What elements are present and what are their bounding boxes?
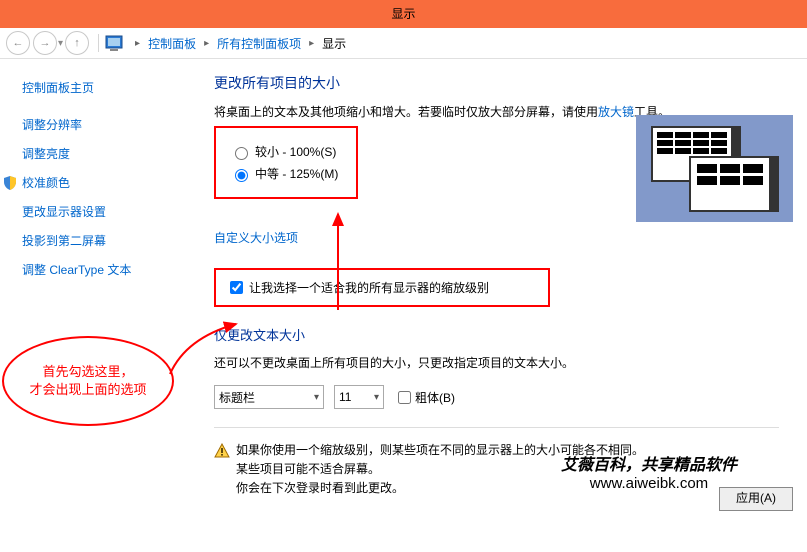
sidebar-home-link[interactable]: 控制面板主页 xyxy=(22,73,214,102)
sidebar-item-brightness[interactable]: 调整亮度 xyxy=(22,139,214,168)
choose-scale-label: 让我选择一个适合我的所有显示器的缩放级别 xyxy=(249,279,489,296)
bold-checkbox[interactable] xyxy=(398,391,411,404)
radio-medium-input[interactable] xyxy=(235,169,248,182)
up-button[interactable]: ↑ xyxy=(65,31,89,55)
nav-toolbar: ← → ▾ ↑ ▸ 控制面板 ▸ 所有控制面板项 ▸ 显示 xyxy=(0,28,807,59)
watermark: 艾薇百科，共享精品软件 www.aiweibk.com xyxy=(561,451,737,492)
callout-line-1: 首先勾选这里， xyxy=(42,363,133,381)
breadcrumb-all-items[interactable]: 所有控制面板项 xyxy=(215,35,303,52)
callout-line-2: 才会出现上面的选项 xyxy=(29,381,146,399)
back-button[interactable]: ← xyxy=(6,31,30,55)
chevron-right-icon[interactable]: ▸ xyxy=(198,38,215,49)
main-panel: 更改所有项目的大小 将桌面上的文本及其他项缩小和增大。若要临时仅放大部分屏幕，请… xyxy=(214,59,807,552)
radio-medium-label: 中等 - 125%(M) xyxy=(255,165,338,182)
choose-scale-checkbox[interactable] xyxy=(230,281,243,294)
sidebar-item-display-settings[interactable]: 更改显示器设置 xyxy=(22,197,214,226)
separator xyxy=(98,34,99,52)
desc-text-only: 还可以不更改桌面上所有项目的大小，只更改指定项目的文本大小。 xyxy=(214,354,779,371)
radio-smaller-input[interactable] xyxy=(235,147,248,160)
magnifier-link[interactable]: 放大镜 xyxy=(598,105,634,119)
heading-text-only: 仅更改文本大小 xyxy=(214,325,779,344)
heading-resize-all: 更改所有项目的大小 xyxy=(214,73,779,93)
size-dropdown[interactable]: 11 xyxy=(334,385,384,409)
custom-size-link[interactable]: 自定义大小选项 xyxy=(214,231,298,245)
chevron-right-icon[interactable]: ▸ xyxy=(129,38,146,49)
warning-icon xyxy=(214,443,230,459)
window-titlebar: 显示 xyxy=(0,0,807,28)
preview-image xyxy=(636,115,793,222)
breadcrumb-display: 显示 xyxy=(320,35,348,52)
choose-scale-checkbox-row[interactable]: 让我选择一个适合我的所有显示器的缩放级别 xyxy=(226,278,538,297)
forward-button[interactable]: → xyxy=(33,31,57,55)
watermark-line-2: www.aiweibk.com xyxy=(561,475,737,492)
sidebar-item-label: 校准颜色 xyxy=(22,174,70,191)
chevron-right-icon[interactable]: ▸ xyxy=(303,38,320,49)
radio-medium[interactable]: 中等 - 125%(M) xyxy=(230,165,338,182)
sidebar: 控制面板主页 调整分辨率 调整亮度 校准颜色 更改显示器设置 投影到第二屏幕 调… xyxy=(0,59,214,552)
control-panel-icon xyxy=(105,34,123,52)
shield-icon xyxy=(2,175,18,191)
breadcrumb-control-panel[interactable]: 控制面板 xyxy=(146,35,198,52)
sidebar-item-project[interactable]: 投影到第二屏幕 xyxy=(22,226,214,255)
sidebar-item-cleartype[interactable]: 调整 ClearType 文本 xyxy=(22,255,214,284)
sidebar-item-resolution[interactable]: 调整分辨率 xyxy=(22,110,214,139)
scale-options-box: 较小 - 100%(S) 中等 - 125%(M) xyxy=(214,126,358,199)
radio-smaller[interactable]: 较小 - 100%(S) xyxy=(230,143,338,160)
watermark-line-1: 艾薇百科，共享精品软件 xyxy=(561,451,737,475)
recent-dropdown-icon[interactable]: ▾ xyxy=(58,38,63,49)
item-dropdown[interactable]: 标题栏 xyxy=(214,385,324,409)
bold-checkbox-row[interactable]: 粗体(B) xyxy=(394,388,455,407)
annotation-callout: 首先勾选这里， 才会出现上面的选项 xyxy=(2,336,174,426)
radio-smaller-label: 较小 - 100%(S) xyxy=(255,143,336,160)
checkbox-box: 让我选择一个适合我的所有显示器的缩放级别 xyxy=(214,268,550,307)
bold-label: 粗体(B) xyxy=(415,389,455,406)
sidebar-item-calibrate[interactable]: 校准颜色 xyxy=(2,168,214,197)
